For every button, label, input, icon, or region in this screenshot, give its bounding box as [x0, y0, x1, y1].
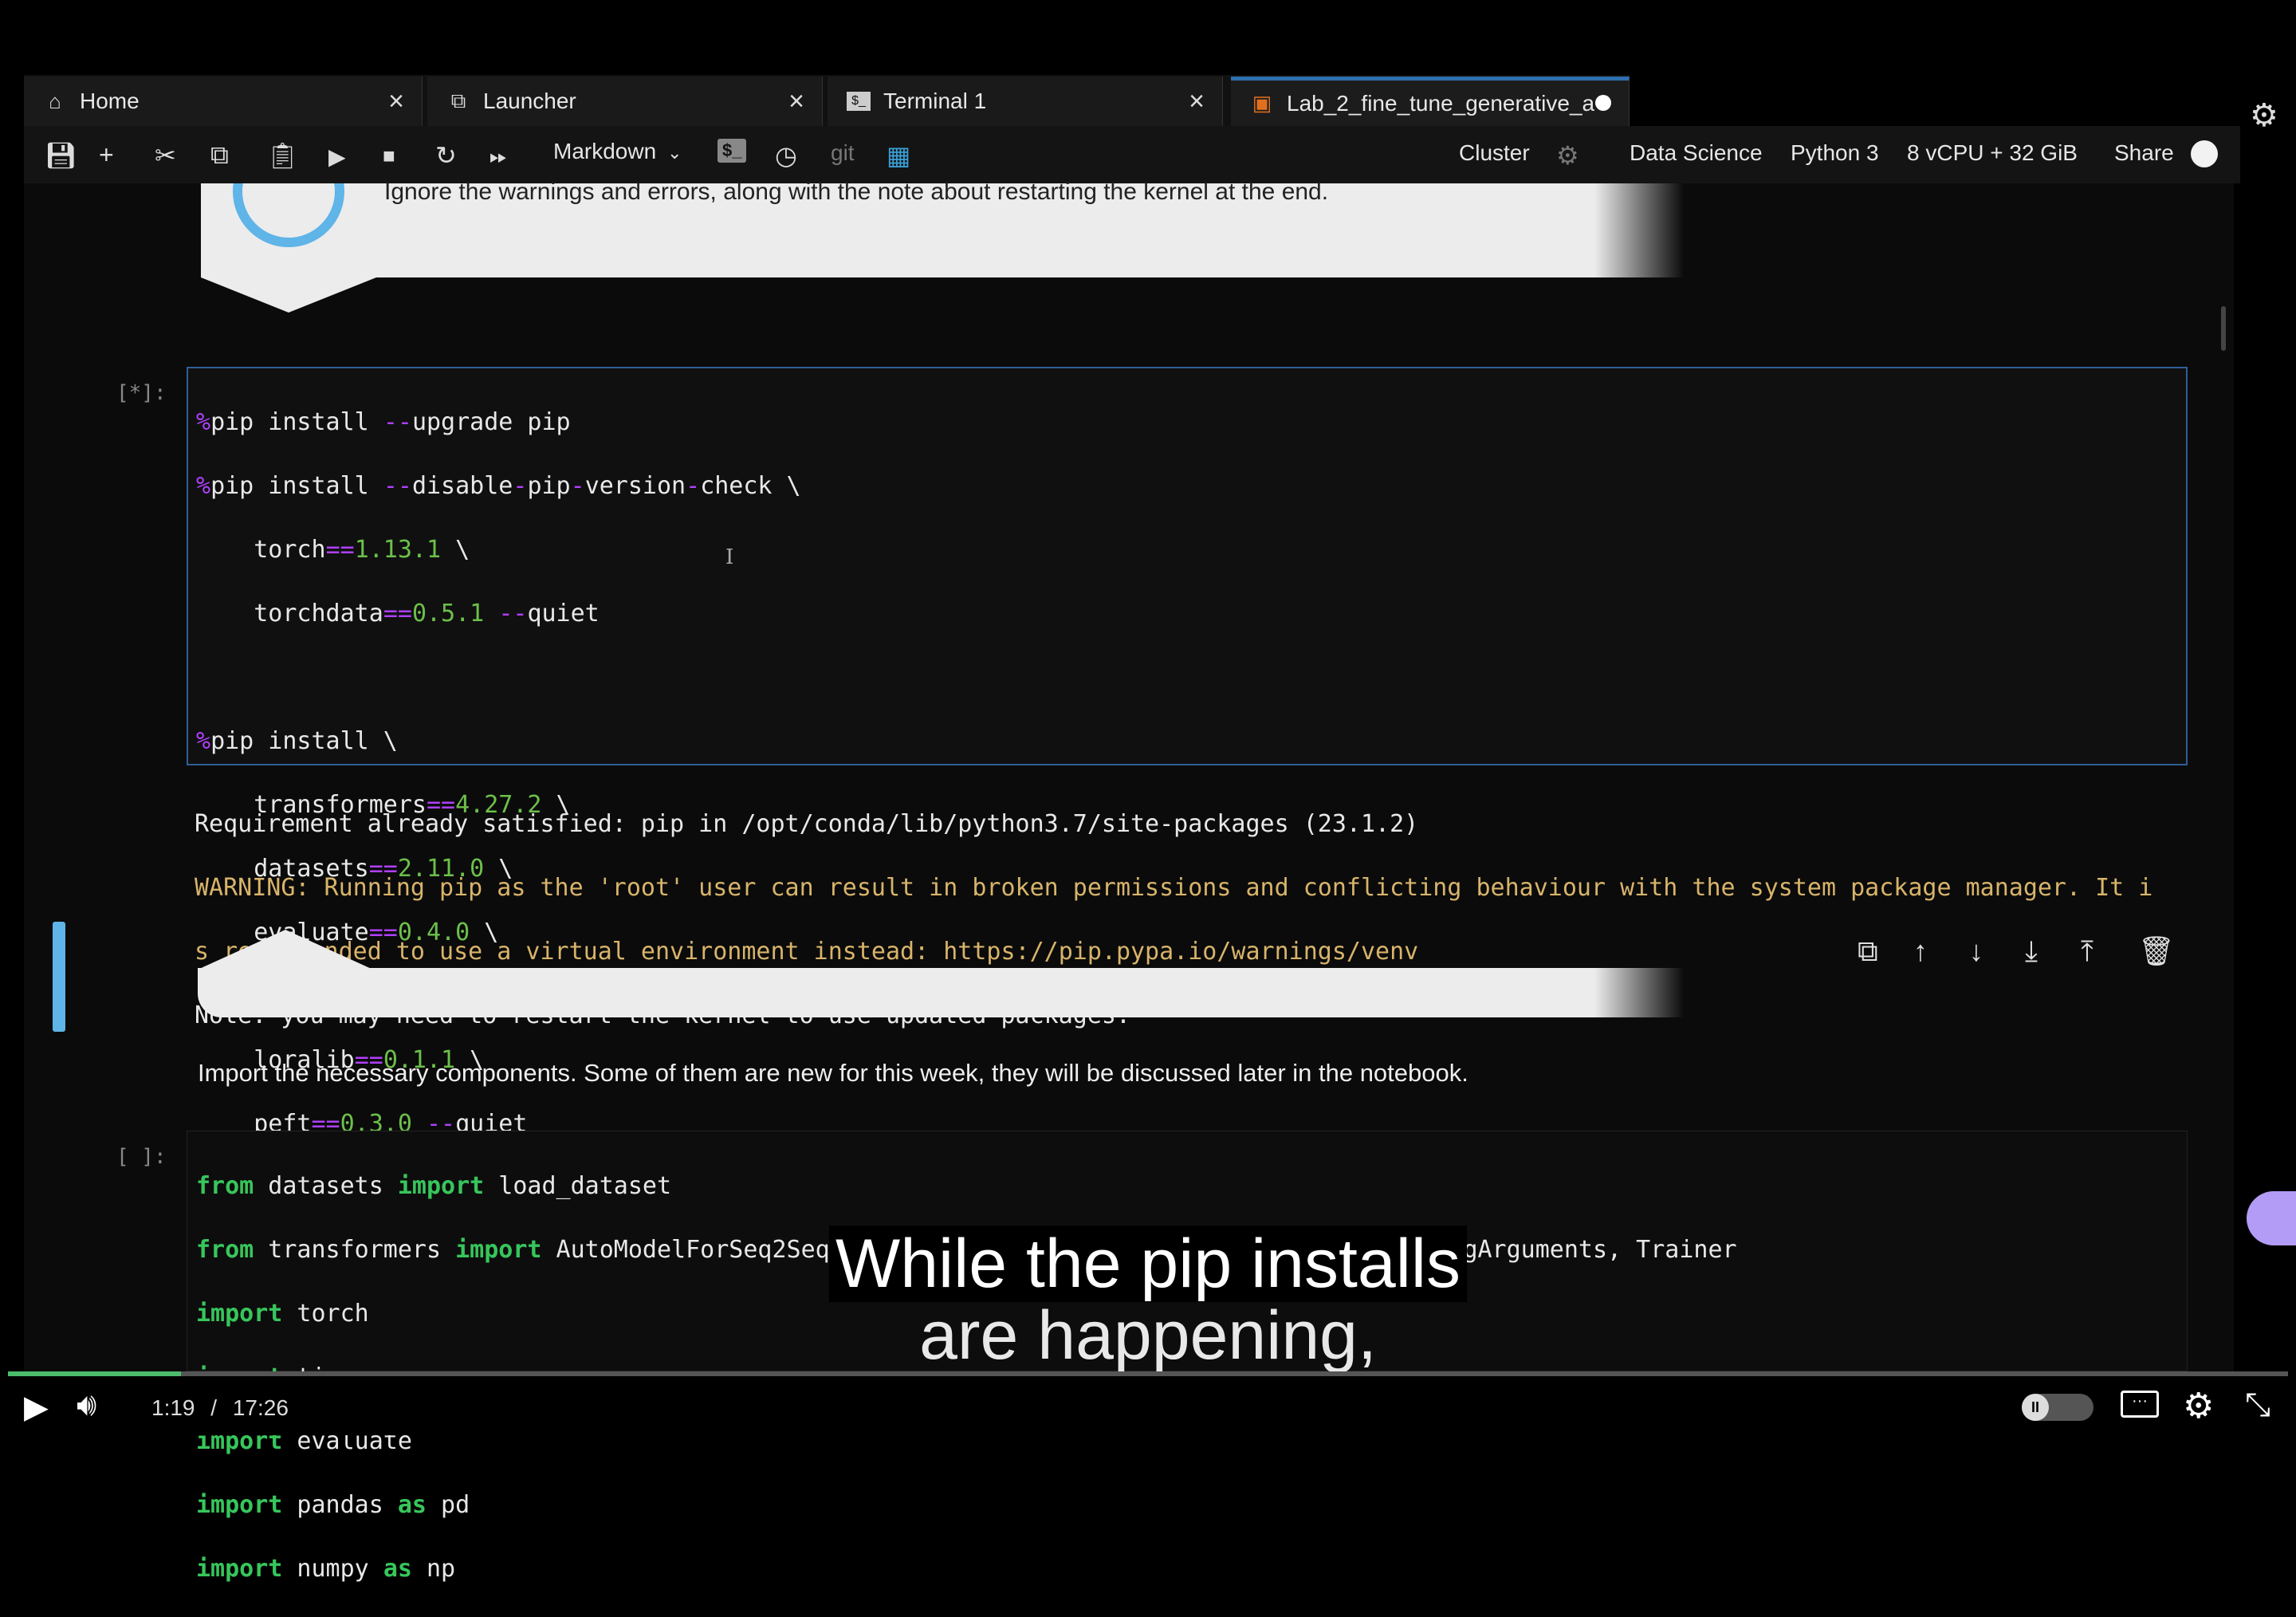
- unsaved-dot-icon[interactable]: [1595, 95, 1611, 111]
- code-line: %pip install \: [196, 727, 398, 755]
- play-icon[interactable]: ▶: [24, 1389, 49, 1426]
- run-all-icon[interactable]: ⏩︎: [489, 144, 507, 170]
- banner-fade: [1594, 183, 1684, 277]
- terminal-icon: $_: [847, 92, 871, 111]
- cut-icon[interactable]: ✂: [155, 140, 176, 171]
- move-up-icon[interactable]: ↑: [1913, 934, 1928, 968]
- cell-output: Requirement already satisfied: pip in /o…: [195, 777, 2152, 1064]
- code-line: %pip install --upgrade pip: [196, 408, 571, 436]
- duration: 17:26: [232, 1395, 289, 1420]
- tab-label: Lab_2_fine_tune_generative_a: [1287, 90, 1595, 116]
- insert-above-icon[interactable]: ⤒: [2081, 934, 2094, 969]
- banner-top-text: Ignore the warnings and errors, along wi…: [384, 179, 1329, 205]
- move-down-icon[interactable]: ↓: [1969, 934, 1983, 968]
- subtitle-line: While the pip installs: [0, 1225, 2296, 1304]
- stop-icon[interactable]: ■: [383, 144, 395, 168]
- close-icon[interactable]: ×: [388, 86, 404, 117]
- restart-icon[interactable]: ↻: [435, 140, 457, 171]
- save-icon[interactable]: 💾︎: [45, 140, 77, 171]
- code-line: torch==1.13.1 \: [196, 536, 470, 564]
- code-line: import pandas as pd: [196, 1491, 470, 1519]
- settings-icon[interactable]: ⚙: [2183, 1386, 2214, 1426]
- cell-type-label: Markdown: [553, 139, 657, 163]
- banner-bottom-arrow: [198, 930, 373, 970]
- tab-label: Launcher: [483, 89, 576, 113]
- copy-icon[interactable]: ⧉: [210, 140, 229, 171]
- clock-icon[interactable]: ◷: [775, 140, 797, 171]
- progress-bar-fill: [8, 1371, 182, 1376]
- run-icon[interactable]: ▶: [328, 144, 346, 170]
- image-name[interactable]: Data Science: [1630, 140, 1763, 166]
- banner-fade: [1594, 968, 1684, 1017]
- banner-bottom: [198, 968, 1684, 1017]
- volume-icon[interactable]: 🔊︎: [77, 1387, 96, 1423]
- exit-fullscreen-icon[interactable]: ⤡: [2245, 1387, 2270, 1423]
- autoplay-toggle[interactable]: II: [2022, 1394, 2094, 1421]
- scrollbar[interactable]: [2221, 306, 2226, 351]
- kernel-name[interactable]: Python 3: [1791, 140, 1879, 166]
- insert-below-icon[interactable]: ⤓: [2025, 934, 2038, 969]
- output-line: Requirement already satisfied: pip in /o…: [195, 810, 1419, 838]
- time-separator: /: [210, 1395, 218, 1420]
- tab-label: Terminal 1: [883, 89, 987, 113]
- code-line: torchdata==0.5.1 --quiet: [196, 600, 600, 628]
- close-icon[interactable]: ×: [1189, 86, 1205, 117]
- instance-type[interactable]: 8 vCPU + 32 GiB: [1907, 140, 2078, 166]
- subtitle-line: are happening,: [919, 1297, 1377, 1374]
- markdown-text: Import the necessary components. Some of…: [198, 1059, 1468, 1087]
- text-cursor-icon: I: [725, 545, 734, 569]
- tab-terminal[interactable]: $_ Terminal 1 ×: [828, 77, 1223, 126]
- code-line: import numpy as np: [196, 1555, 456, 1583]
- chevron-down-icon: ⌄: [666, 143, 682, 163]
- launcher-icon: ⧉: [450, 89, 466, 112]
- current-time: 1:19: [151, 1395, 195, 1420]
- add-cell-icon[interactable]: +: [99, 140, 114, 170]
- time-display: 1:19 / 17:26: [151, 1395, 289, 1421]
- kernel-status-icon: [2191, 140, 2218, 167]
- cell-prompt: [*]:: [116, 381, 167, 405]
- banner-top-arrow: [201, 277, 376, 313]
- video-player-controls: [0, 1371, 2296, 1435]
- tab-notebook[interactable]: ▣ Lab_2_fine_tune_generative_a: [1231, 77, 1630, 126]
- paste-icon[interactable]: 📋︎: [266, 140, 299, 171]
- duplicate-cell-icon[interactable]: ⧉: [1858, 934, 1878, 969]
- terminal-launch-icon[interactable]: $_: [718, 139, 747, 163]
- share-button[interactable]: Share: [2114, 140, 2174, 166]
- active-cell-indicator: [53, 922, 65, 1032]
- progress-bar[interactable]: [8, 1371, 2288, 1376]
- home-icon: ⌂: [49, 89, 61, 113]
- tab-home[interactable]: ⌂ Home ×: [24, 77, 423, 126]
- cluster-button[interactable]: Cluster: [1459, 140, 1530, 166]
- cell-type-select[interactable]: Markdown ⌄: [553, 139, 682, 164]
- cluster-status-icon: ⚙: [1556, 141, 1579, 170]
- close-icon[interactable]: ×: [788, 86, 804, 117]
- pause-icon: II: [2022, 1394, 2049, 1421]
- tab-label: Home: [80, 89, 140, 113]
- code-line: from datasets import load_dataset: [196, 1172, 672, 1200]
- code-line: %pip install --disable-pip-version-check…: [196, 472, 801, 500]
- delete-cell-icon[interactable]: 🗑︎: [2138, 934, 2175, 968]
- tab-launcher[interactable]: ⧉ Launcher ×: [427, 77, 823, 126]
- property-inspector-icon[interactable]: ⚙: [2250, 97, 2278, 134]
- output-warning-line: WARNING: Running pip as the 'root' user …: [195, 874, 2153, 902]
- captions-icon[interactable]: ···: [2121, 1391, 2159, 1418]
- git-button[interactable]: git: [831, 140, 855, 166]
- notebook-icon: ▣: [1252, 91, 1272, 115]
- schedule-icon[interactable]: ▦: [887, 140, 910, 171]
- cell-prompt: [ ]:: [116, 1145, 167, 1169]
